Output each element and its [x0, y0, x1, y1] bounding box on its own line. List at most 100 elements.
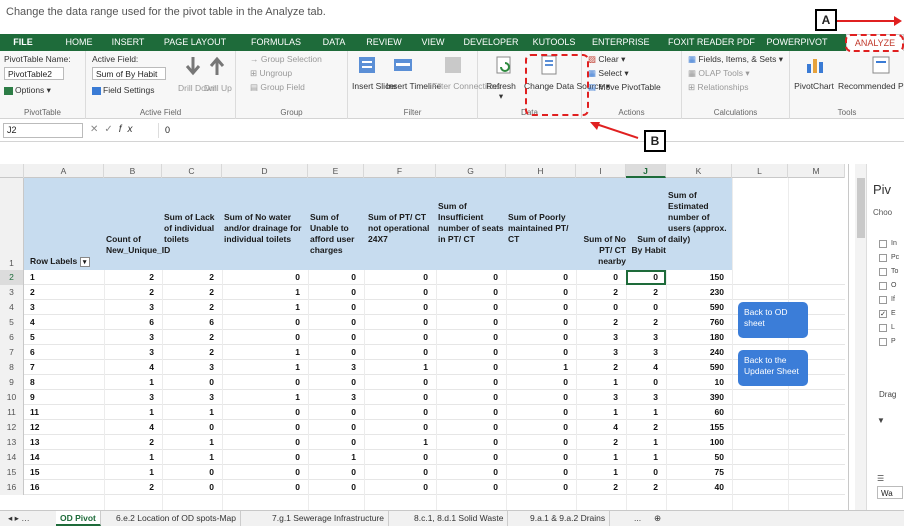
row-label-cell[interactable]: 1 — [30, 272, 102, 282]
table-cell[interactable]: 2 — [626, 482, 658, 492]
table-cell[interactable]: 1 — [222, 287, 300, 297]
row-label-cell[interactable]: 12 — [30, 422, 102, 432]
field-settings-button[interactable]: Field Settings — [92, 85, 155, 95]
field-checkbox[interactable] — [879, 268, 887, 276]
table-cell[interactable]: 0 — [222, 452, 300, 462]
table-cell[interactable]: 0 — [506, 482, 568, 492]
table-cell[interactable]: 0 — [162, 377, 214, 387]
field-checkbox-checked[interactable]: ✓ — [879, 310, 887, 318]
table-cell[interactable]: 3 — [576, 347, 618, 357]
table-cell[interactable]: 0 — [364, 302, 428, 312]
table-cell[interactable]: 0 — [436, 287, 498, 297]
enter-icon[interactable]: ✓ — [104, 124, 118, 135]
table-cell[interactable]: 3 — [104, 332, 154, 342]
table-cell[interactable]: 1 — [626, 437, 658, 447]
table-cell[interactable]: 0 — [364, 287, 428, 297]
field-checkbox[interactable] — [879, 240, 887, 248]
row-header[interactable]: 7 — [0, 345, 24, 360]
table-cell[interactable]: 2 — [162, 272, 214, 282]
tab-insert[interactable]: INSERT — [108, 34, 148, 51]
table-cell[interactable]: 0 — [364, 272, 428, 282]
table-cell[interactable]: 0 — [364, 482, 428, 492]
ungroup-button[interactable]: ⊞ Ungroup — [250, 68, 292, 79]
table-cell[interactable]: 0 — [222, 377, 300, 387]
sheet-tabs-more[interactable]: ... — [630, 511, 645, 526]
table-cell[interactable]: 0 — [308, 437, 356, 447]
tab-home[interactable]: HOME — [60, 34, 98, 51]
column-header[interactable]: I — [576, 164, 626, 178]
table-cell[interactable]: 0 — [506, 272, 568, 282]
select-all-corner[interactable] — [0, 164, 24, 178]
table-cell[interactable]: 2 — [162, 332, 214, 342]
table-cell[interactable]: 2 — [626, 317, 658, 327]
vertical-scrollbar[interactable] — [855, 164, 867, 510]
row-header[interactable]: 11 — [0, 405, 24, 420]
table-cell[interactable]: 0 — [308, 347, 356, 357]
row-header[interactable]: 10 — [0, 390, 24, 405]
table-cell[interactable]: 0 — [626, 302, 658, 312]
field-checkbox[interactable] — [879, 296, 887, 304]
insert-slicer-button[interactable]: Insert Slicer — [352, 81, 397, 91]
table-cell[interactable]: 1 — [576, 407, 618, 417]
tab-data[interactable]: DATA — [318, 34, 350, 51]
table-cell[interactable]: 0 — [436, 377, 498, 387]
table-cell[interactable]: 0 — [308, 302, 356, 312]
selected-cell-j2[interactable] — [626, 270, 666, 285]
column-header[interactable]: A — [24, 164, 104, 178]
table-cell[interactable]: 1 — [626, 407, 658, 417]
table-cell[interactable]: 0 — [222, 422, 300, 432]
row-label-cell[interactable]: 4 — [30, 317, 102, 327]
column-header[interactable]: L — [732, 164, 788, 178]
table-cell[interactable]: 0 — [162, 422, 214, 432]
table-cell[interactable]: 3 — [104, 347, 154, 357]
column-header[interactable]: D — [222, 164, 308, 178]
table-cell[interactable]: 0 — [506, 422, 568, 432]
table-cell[interactable]: 0 — [506, 287, 568, 297]
table-cell[interactable]: 1 — [222, 347, 300, 357]
tab-review[interactable]: REVIEW — [362, 34, 406, 51]
filter-connections-button[interactable]: Filter Connections — [432, 81, 501, 91]
table-cell[interactable]: 0 — [626, 377, 658, 387]
row-label-cell[interactable]: 11 — [30, 407, 102, 417]
table-cell[interactable]: 0 — [308, 377, 356, 387]
sheet-tab-drains[interactable]: 9.a.1 & 9.a.2 Drains — [526, 511, 611, 526]
table-cell[interactable]: 0 — [506, 407, 568, 417]
name-box[interactable]: J2 — [3, 123, 83, 138]
refresh-button[interactable]: Refresh ▾ — [482, 81, 520, 101]
table-cell[interactable]: 1 — [162, 407, 214, 417]
olap-tools-button[interactable]: ▦ OLAP Tools ▾ — [688, 68, 750, 79]
table-cell[interactable]: 155 — [666, 422, 724, 432]
tab-powerpivot[interactable]: POWERPIVOT — [766, 34, 828, 51]
row-label-cell[interactable]: 16 — [30, 482, 102, 492]
table-cell[interactable]: 4 — [104, 362, 154, 372]
pivottable-name-input[interactable]: PivotTable2 — [4, 67, 64, 80]
row-header[interactable]: 8 — [0, 360, 24, 375]
table-cell[interactable]: 1 — [626, 452, 658, 462]
table-cell[interactable]: 0 — [222, 272, 300, 282]
table-cell[interactable]: 230 — [666, 287, 724, 297]
table-cell[interactable]: 0 — [222, 437, 300, 447]
table-cell[interactable]: 0 — [436, 467, 498, 477]
scrollbar-thumb[interactable] — [857, 178, 865, 238]
select-button[interactable]: ▦ Select ▾ — [588, 68, 629, 79]
column-header[interactable]: F — [364, 164, 436, 178]
row-label-cell[interactable]: 3 — [30, 302, 102, 312]
sheet-tab-location-od[interactable]: 6.e.2 Location of OD spots-Map — [112, 511, 242, 526]
table-cell[interactable]: 0 — [436, 272, 498, 282]
table-cell[interactable]: 1 — [576, 377, 618, 387]
field-checkbox[interactable] — [879, 254, 887, 262]
row-header[interactable]: 5 — [0, 315, 24, 330]
fx-icon[interactable]: fx — [119, 124, 139, 135]
back-to-od-sheet-button[interactable]: Back to OD sheet — [738, 302, 808, 338]
active-field-input[interactable]: Sum of By Habit — [92, 67, 166, 80]
table-cell[interactable]: 3 — [626, 347, 658, 357]
table-cell[interactable]: 150 — [666, 272, 724, 282]
table-cell[interactable]: 3 — [626, 392, 658, 402]
table-cell[interactable]: 1 — [222, 302, 300, 312]
table-cell[interactable]: 0 — [436, 407, 498, 417]
table-cell[interactable]: 0 — [364, 407, 428, 417]
table-cell[interactable]: 0 — [626, 467, 658, 477]
table-cell[interactable]: 2 — [162, 302, 214, 312]
table-cell[interactable]: 0 — [308, 287, 356, 297]
row-header[interactable]: 4 — [0, 300, 24, 315]
